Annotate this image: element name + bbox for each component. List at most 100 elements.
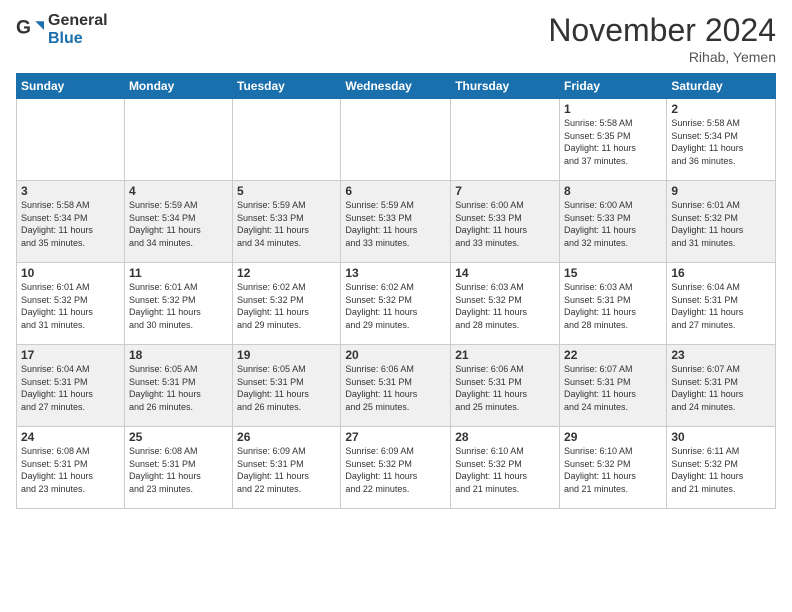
day-number: 17	[21, 348, 120, 362]
day-info: Sunrise: 6:09 AMSunset: 5:32 PMDaylight:…	[345, 445, 446, 495]
day-number: 1	[564, 102, 662, 116]
calendar-cell: 20Sunrise: 6:06 AMSunset: 5:31 PMDayligh…	[341, 345, 451, 427]
calendar-cell: 2Sunrise: 5:58 AMSunset: 5:34 PMDaylight…	[667, 99, 776, 181]
calendar-cell: 25Sunrise: 6:08 AMSunset: 5:31 PMDayligh…	[124, 427, 232, 509]
day-number: 2	[671, 102, 771, 116]
day-info: Sunrise: 6:04 AMSunset: 5:31 PMDaylight:…	[671, 281, 771, 331]
calendar-cell: 14Sunrise: 6:03 AMSunset: 5:32 PMDayligh…	[451, 263, 560, 345]
day-info: Sunrise: 5:59 AMSunset: 5:33 PMDaylight:…	[345, 199, 446, 249]
calendar-cell	[451, 99, 560, 181]
header: G General Blue November 2024 Rihab, Yeme…	[16, 12, 776, 65]
day-info: Sunrise: 6:00 AMSunset: 5:33 PMDaylight:…	[564, 199, 662, 249]
day-info: Sunrise: 6:01 AMSunset: 5:32 PMDaylight:…	[129, 281, 228, 331]
day-number: 14	[455, 266, 555, 280]
day-info: Sunrise: 6:03 AMSunset: 5:31 PMDaylight:…	[564, 281, 662, 331]
day-info: Sunrise: 6:10 AMSunset: 5:32 PMDaylight:…	[564, 445, 662, 495]
calendar-cell: 19Sunrise: 6:05 AMSunset: 5:31 PMDayligh…	[233, 345, 341, 427]
svg-text:G: G	[16, 17, 31, 38]
calendar-cell: 7Sunrise: 6:00 AMSunset: 5:33 PMDaylight…	[451, 181, 560, 263]
day-number: 3	[21, 184, 120, 198]
day-number: 10	[21, 266, 120, 280]
day-info: Sunrise: 5:59 AMSunset: 5:33 PMDaylight:…	[237, 199, 336, 249]
logo-general: General	[48, 12, 108, 30]
day-number: 6	[345, 184, 446, 198]
calendar-cell: 23Sunrise: 6:07 AMSunset: 5:31 PMDayligh…	[667, 345, 776, 427]
weekday-header-thursday: Thursday	[451, 74, 560, 99]
calendar-cell: 9Sunrise: 6:01 AMSunset: 5:32 PMDaylight…	[667, 181, 776, 263]
day-number: 20	[345, 348, 446, 362]
day-number: 11	[129, 266, 228, 280]
day-number: 13	[345, 266, 446, 280]
day-info: Sunrise: 6:06 AMSunset: 5:31 PMDaylight:…	[455, 363, 555, 413]
calendar-cell: 22Sunrise: 6:07 AMSunset: 5:31 PMDayligh…	[560, 345, 667, 427]
calendar-cell: 27Sunrise: 6:09 AMSunset: 5:32 PMDayligh…	[341, 427, 451, 509]
weekday-header-saturday: Saturday	[667, 74, 776, 99]
logo-text: General Blue	[48, 12, 108, 47]
week-row-5: 24Sunrise: 6:08 AMSunset: 5:31 PMDayligh…	[17, 427, 776, 509]
weekday-header-tuesday: Tuesday	[233, 74, 341, 99]
day-number: 21	[455, 348, 555, 362]
week-row-2: 3Sunrise: 5:58 AMSunset: 5:34 PMDaylight…	[17, 181, 776, 263]
day-info: Sunrise: 6:01 AMSunset: 5:32 PMDaylight:…	[671, 199, 771, 249]
day-number: 26	[237, 430, 336, 444]
day-number: 7	[455, 184, 555, 198]
calendar-cell: 3Sunrise: 5:58 AMSunset: 5:34 PMDaylight…	[17, 181, 125, 263]
day-number: 8	[564, 184, 662, 198]
day-info: Sunrise: 5:58 AMSunset: 5:35 PMDaylight:…	[564, 117, 662, 167]
calendar-cell: 26Sunrise: 6:09 AMSunset: 5:31 PMDayligh…	[233, 427, 341, 509]
logo: G General Blue	[16, 12, 108, 47]
calendar-cell: 8Sunrise: 6:00 AMSunset: 5:33 PMDaylight…	[560, 181, 667, 263]
logo-blue: Blue	[48, 30, 108, 48]
calendar-cell: 30Sunrise: 6:11 AMSunset: 5:32 PMDayligh…	[667, 427, 776, 509]
calendar-cell: 1Sunrise: 5:58 AMSunset: 5:35 PMDaylight…	[560, 99, 667, 181]
day-number: 5	[237, 184, 336, 198]
day-info: Sunrise: 6:02 AMSunset: 5:32 PMDaylight:…	[237, 281, 336, 331]
day-info: Sunrise: 6:00 AMSunset: 5:33 PMDaylight:…	[455, 199, 555, 249]
calendar-cell	[341, 99, 451, 181]
day-number: 29	[564, 430, 662, 444]
calendar-cell	[233, 99, 341, 181]
calendar-cell: 4Sunrise: 5:59 AMSunset: 5:34 PMDaylight…	[124, 181, 232, 263]
day-info: Sunrise: 6:02 AMSunset: 5:32 PMDaylight:…	[345, 281, 446, 331]
location: Rihab, Yemen	[548, 49, 776, 65]
weekday-header-friday: Friday	[560, 74, 667, 99]
calendar-cell: 10Sunrise: 6:01 AMSunset: 5:32 PMDayligh…	[17, 263, 125, 345]
calendar-cell	[124, 99, 232, 181]
month-title: November 2024	[548, 12, 776, 49]
calendar-cell: 29Sunrise: 6:10 AMSunset: 5:32 PMDayligh…	[560, 427, 667, 509]
calendar-cell: 24Sunrise: 6:08 AMSunset: 5:31 PMDayligh…	[17, 427, 125, 509]
page: G General Blue November 2024 Rihab, Yeme…	[0, 0, 792, 612]
day-info: Sunrise: 6:09 AMSunset: 5:31 PMDaylight:…	[237, 445, 336, 495]
calendar-cell: 28Sunrise: 6:10 AMSunset: 5:32 PMDayligh…	[451, 427, 560, 509]
calendar-cell: 21Sunrise: 6:06 AMSunset: 5:31 PMDayligh…	[451, 345, 560, 427]
calendar-cell: 17Sunrise: 6:04 AMSunset: 5:31 PMDayligh…	[17, 345, 125, 427]
day-number: 18	[129, 348, 228, 362]
day-number: 12	[237, 266, 336, 280]
day-info: Sunrise: 6:07 AMSunset: 5:31 PMDaylight:…	[671, 363, 771, 413]
day-info: Sunrise: 6:04 AMSunset: 5:31 PMDaylight:…	[21, 363, 120, 413]
day-info: Sunrise: 6:05 AMSunset: 5:31 PMDaylight:…	[237, 363, 336, 413]
day-info: Sunrise: 5:58 AMSunset: 5:34 PMDaylight:…	[21, 199, 120, 249]
day-info: Sunrise: 6:10 AMSunset: 5:32 PMDaylight:…	[455, 445, 555, 495]
day-number: 19	[237, 348, 336, 362]
day-info: Sunrise: 6:08 AMSunset: 5:31 PMDaylight:…	[129, 445, 228, 495]
calendar-cell: 15Sunrise: 6:03 AMSunset: 5:31 PMDayligh…	[560, 263, 667, 345]
calendar-cell	[17, 99, 125, 181]
day-info: Sunrise: 6:06 AMSunset: 5:31 PMDaylight:…	[345, 363, 446, 413]
calendar-cell: 13Sunrise: 6:02 AMSunset: 5:32 PMDayligh…	[341, 263, 451, 345]
day-info: Sunrise: 6:01 AMSunset: 5:32 PMDaylight:…	[21, 281, 120, 331]
week-row-1: 1Sunrise: 5:58 AMSunset: 5:35 PMDaylight…	[17, 99, 776, 181]
calendar-cell: 18Sunrise: 6:05 AMSunset: 5:31 PMDayligh…	[124, 345, 232, 427]
calendar-cell: 12Sunrise: 6:02 AMSunset: 5:32 PMDayligh…	[233, 263, 341, 345]
calendar-cell: 16Sunrise: 6:04 AMSunset: 5:31 PMDayligh…	[667, 263, 776, 345]
day-info: Sunrise: 6:11 AMSunset: 5:32 PMDaylight:…	[671, 445, 771, 495]
day-info: Sunrise: 6:07 AMSunset: 5:31 PMDaylight:…	[564, 363, 662, 413]
day-info: Sunrise: 6:05 AMSunset: 5:31 PMDaylight:…	[129, 363, 228, 413]
day-number: 28	[455, 430, 555, 444]
day-number: 16	[671, 266, 771, 280]
week-row-3: 10Sunrise: 6:01 AMSunset: 5:32 PMDayligh…	[17, 263, 776, 345]
day-number: 23	[671, 348, 771, 362]
day-info: Sunrise: 6:08 AMSunset: 5:31 PMDaylight:…	[21, 445, 120, 495]
calendar-cell: 6Sunrise: 5:59 AMSunset: 5:33 PMDaylight…	[341, 181, 451, 263]
calendar-cell: 5Sunrise: 5:59 AMSunset: 5:33 PMDaylight…	[233, 181, 341, 263]
